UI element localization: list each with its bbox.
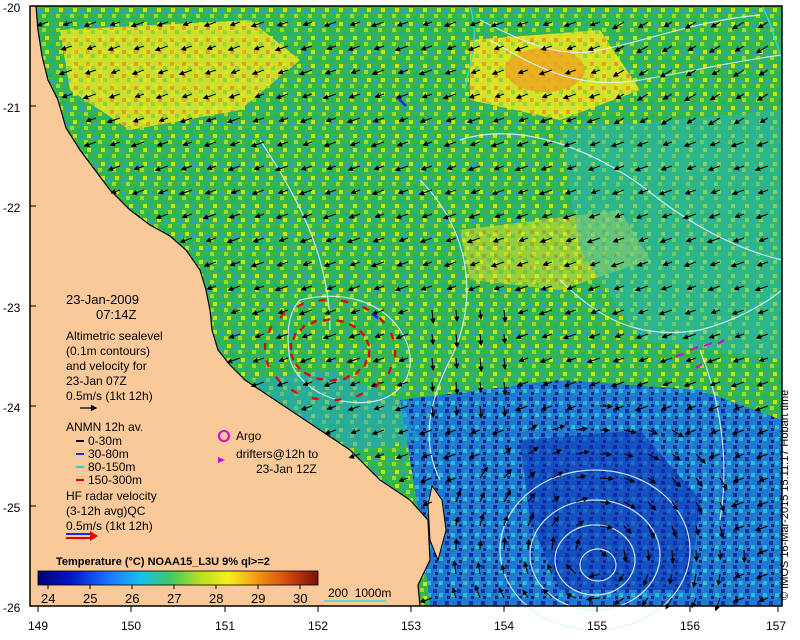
lon-tick-label: 151 bbox=[215, 619, 235, 633]
lat-tick-label: -25 bbox=[3, 501, 21, 515]
colorbar-tick-label: 28 bbox=[209, 591, 223, 606]
lon-tick-label: 150 bbox=[121, 619, 141, 633]
altimetric-line: 0.5m/s (1kt 12h) bbox=[66, 389, 153, 403]
colorbar-tick-label: 29 bbox=[251, 591, 265, 606]
drifters-label: drifters@12h to bbox=[236, 447, 319, 461]
velocity-arrow bbox=[501, 536, 508, 551]
lat-tick-label: -24 bbox=[3, 401, 21, 415]
lon-tick-label: 152 bbox=[308, 619, 328, 633]
hf-line: HF radar velocity bbox=[66, 489, 157, 503]
colorbar-gradient bbox=[37, 570, 319, 586]
warm-sst-core bbox=[505, 48, 585, 92]
lon-tick-label: 149 bbox=[28, 619, 48, 633]
lat-tick-label: -20 bbox=[3, 1, 21, 15]
colorbar-tick-label: 26 bbox=[125, 591, 139, 606]
hf-legend: HF radar velocity (3-12h avg)QC 0.5m/s (… bbox=[66, 489, 157, 534]
lat-tick-label: -22 bbox=[3, 201, 21, 215]
velocity-arrow bbox=[525, 538, 532, 551]
lat-tick-label: -26 bbox=[3, 601, 21, 615]
hf-radar-arrow bbox=[341, 299, 349, 304]
hf-radar-arrow bbox=[322, 318, 331, 322]
map-time: 07:14Z bbox=[96, 307, 137, 322]
map-date: 23-Jan-2009 bbox=[66, 292, 139, 307]
lon-tick-label: 157 bbox=[766, 619, 786, 633]
velocity-arrow bbox=[599, 451, 613, 458]
hf-radar-arrow bbox=[334, 398, 342, 402]
argo-label: Argo bbox=[236, 429, 262, 443]
lon-tick-label: 154 bbox=[494, 619, 514, 633]
hf-radar-arrow bbox=[336, 319, 344, 323]
lon-tick-label: 153 bbox=[401, 619, 421, 633]
lat-tick-label: -21 bbox=[3, 101, 21, 115]
altimetric-line: and velocity for bbox=[66, 359, 147, 373]
anmn-title: ANMN 12h av. bbox=[66, 420, 144, 434]
altimetric-line: 23-Jan 07Z bbox=[66, 374, 127, 388]
altimetric-line: (0.1m contours) bbox=[66, 344, 151, 358]
altimetric-legend: Altimetric sealevel (0.1m contours) and … bbox=[66, 329, 163, 404]
colorbar-tick-label: 27 bbox=[167, 591, 181, 606]
colorbar-tick-label: 24 bbox=[41, 591, 55, 606]
anmn-item: 150-300m bbox=[88, 473, 143, 487]
colorbar-tick-label: 30 bbox=[293, 591, 307, 606]
hf-radar-arrow bbox=[318, 298, 326, 302]
hf-line: (3-12h avg)QC bbox=[66, 504, 146, 518]
hf-radar-arrow bbox=[329, 378, 338, 382]
velocity-arrow bbox=[693, 549, 700, 563]
depth-legend-label: 200 1000m bbox=[328, 586, 391, 600]
altimetric-line: Altimetric sealevel bbox=[66, 329, 163, 343]
drifters-label: 23-Jan 12Z bbox=[256, 462, 317, 476]
colorbar-tick-label: 25 bbox=[83, 591, 97, 606]
hf-radar-arrow bbox=[311, 396, 319, 401]
lat-tick-label: -23 bbox=[3, 301, 21, 315]
hf-line: 0.5m/s (1kt 12h) bbox=[66, 519, 153, 533]
lon-tick-label: 156 bbox=[680, 619, 700, 633]
colorbar-title: Temperature (°C) NOAA15_L3U 9% ql>=2 bbox=[56, 556, 270, 568]
lon-axis: 149 150 151 152 153 154 155 156 157 bbox=[28, 606, 786, 633]
imos-credit: © IMOS 16-Mar-2015 15:11:17 Hobart time bbox=[779, 389, 791, 600]
hf-radar-arrow bbox=[316, 377, 324, 381]
lon-tick-label: 155 bbox=[587, 619, 607, 633]
